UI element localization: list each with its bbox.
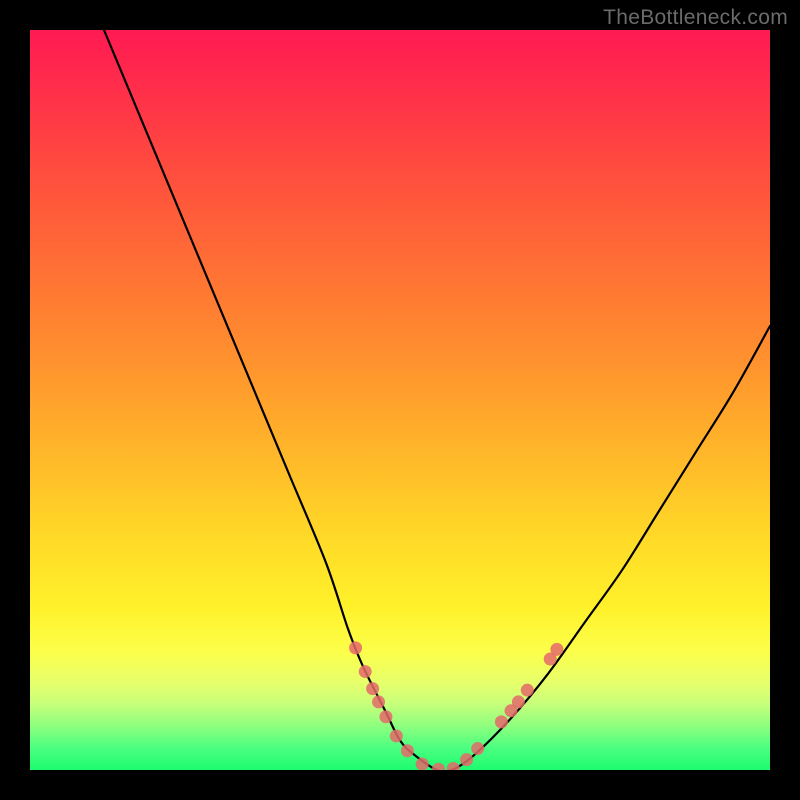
curve-marker — [349, 641, 362, 654]
curve-marker — [521, 684, 534, 697]
curve-marker — [432, 763, 445, 770]
curve-marker — [447, 762, 460, 770]
curve-marker — [359, 665, 372, 678]
curve-marker — [471, 742, 484, 755]
curve-marker — [401, 744, 414, 757]
plot-area — [30, 30, 770, 770]
curve-marker — [550, 643, 563, 656]
curve-marker — [416, 758, 429, 770]
curve-marker — [379, 710, 392, 723]
curve-markers — [349, 641, 563, 770]
bottleneck-curve — [104, 30, 770, 770]
curve-marker — [390, 729, 403, 742]
curve-marker — [495, 715, 508, 728]
watermark-text: TheBottleneck.com — [603, 6, 788, 30]
curve-marker — [460, 753, 473, 766]
chart-frame: TheBottleneck.com — [0, 0, 800, 800]
curve-marker — [372, 695, 385, 708]
curve-marker — [512, 695, 525, 708]
curve-marker — [366, 682, 379, 695]
curve-svg — [30, 30, 770, 770]
